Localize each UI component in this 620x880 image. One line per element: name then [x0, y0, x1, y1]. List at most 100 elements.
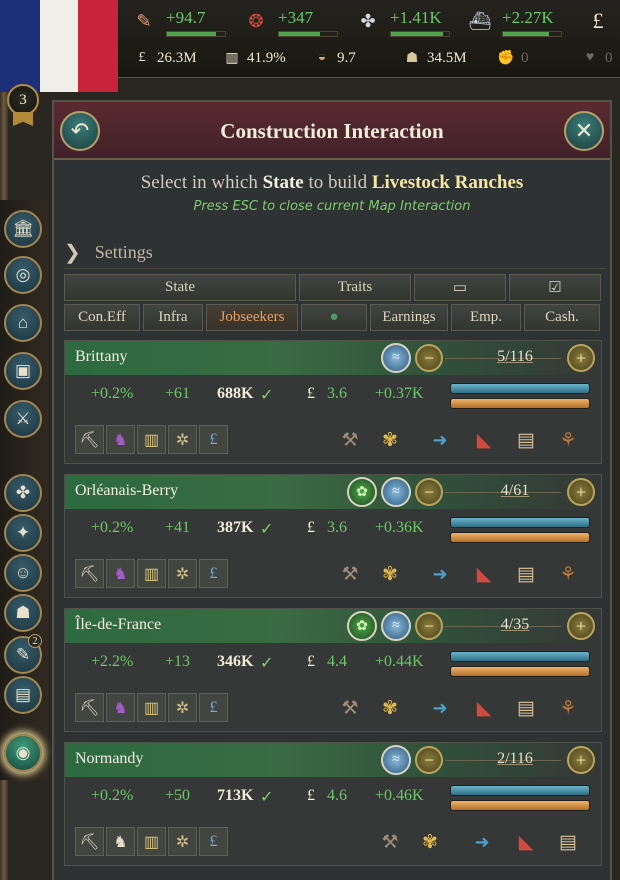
ownership-icon[interactable]: £ [199, 559, 228, 588]
livestock-icon[interactable]: ♞ [106, 425, 135, 454]
jobseekers-value: 346K [217, 653, 254, 670]
tools-input-icon: ⚒ [381, 831, 399, 853]
fence-icon[interactable]: ▥ [137, 425, 166, 454]
settings-toggle[interactable]: ❯ Settings [64, 237, 606, 269]
con-eff-value: +0.2% [91, 385, 134, 402]
ownership-icon[interactable]: £ [199, 693, 228, 722]
map-mode-icon[interactable]: ◉ [4, 734, 42, 772]
literacy-stat[interactable]: ▥ 41.9% [222, 47, 285, 69]
sheep-icon[interactable]: ♞ [106, 827, 135, 856]
close-button[interactable]: ✕ [564, 111, 604, 151]
livestock-icon[interactable]: ♞ [106, 559, 135, 588]
col-emp[interactable]: Emp. [451, 304, 521, 331]
level-readout: 4/35 [500, 616, 530, 633]
state-row[interactable]: Normandy ≈ − 2/116 + +0.2% +50 713K ✓ £ … [64, 742, 602, 866]
influence-icon: ❂ [248, 10, 264, 31]
ownership-icon[interactable]: £ [199, 425, 228, 454]
population-nav-icon[interactable]: ☗ [4, 594, 42, 632]
arrow-right-icon: ➜ [474, 831, 490, 852]
col-levels[interactable]: ▭ [414, 274, 506, 301]
radicals-stat[interactable]: ✊ 0 [496, 47, 528, 69]
con-eff-value: +2.2% [91, 653, 134, 670]
farmland-trait-icon[interactable]: ✿ [347, 611, 377, 641]
naval-icon: ⛴ [468, 10, 492, 31]
col-resource[interactable]: ● [301, 304, 367, 331]
state-name: Normandy [75, 750, 144, 767]
journal-icon[interactable]: ✎ 2 [4, 634, 42, 674]
budget-icon[interactable]: ◎ [4, 256, 42, 294]
country-rank-badge[interactable]: 3 [3, 84, 45, 128]
gdp-stat[interactable]: £ 26.3M [132, 47, 197, 69]
country-flag[interactable] [0, 0, 118, 92]
river-trait-icon[interactable]: ≈ [381, 745, 411, 775]
col-state[interactable]: State [64, 274, 296, 301]
livestock-icon[interactable]: ♞ [106, 693, 135, 722]
col-earnings[interactable]: Earnings [370, 304, 448, 331]
decrease-button[interactable]: − [415, 344, 443, 372]
river-trait-icon[interactable]: ≈ [381, 611, 411, 641]
river-trait-icon[interactable]: ≈ [381, 343, 411, 373]
col-traits[interactable]: Traits [299, 274, 411, 301]
increase-button[interactable]: + [567, 478, 595, 506]
sol-stat[interactable]: ◒ 9.7 [312, 47, 356, 69]
col-check[interactable]: ☑ [509, 274, 601, 301]
literacy-icon: ▥ [225, 50, 239, 66]
military-icon[interactable]: ⚔ [4, 400, 42, 438]
river-trait-icon[interactable]: ≈ [381, 477, 411, 507]
title-bar: Construction Interaction ↶ ✕ [54, 102, 610, 160]
pickaxe-icon[interactable]: ⛏ [75, 827, 104, 856]
settings-label: Settings [94, 242, 153, 262]
government-icon[interactable]: 🏛 [4, 210, 42, 248]
col-cash[interactable]: Cash. [524, 304, 600, 331]
pickaxe-icon[interactable]: ⛏ [75, 425, 104, 454]
level-readout: 2/116 [497, 750, 533, 767]
market-icon[interactable]: ▣ [4, 352, 42, 390]
fertilizer-output-icon: ⚘ [559, 429, 577, 451]
culture-icon[interactable]: ☺ [4, 554, 42, 592]
col-infra[interactable]: Infra [143, 304, 203, 331]
col-con-eff[interactable]: Con.Eff [64, 304, 140, 331]
state-row[interactable]: Brittany ≈ − 5/116 + +0.2% +61 688K ✓ £ … [64, 340, 602, 464]
grain-input-icon: ✾ [382, 563, 398, 585]
wheel-icon[interactable]: ✲ [168, 425, 197, 454]
chevron-right-icon: ❯ [64, 242, 81, 264]
cash-value: +0.46K [375, 787, 424, 804]
wheel-icon[interactable]: ✲ [168, 559, 197, 588]
population-stat[interactable]: ☗ 34.5M [402, 47, 467, 69]
decrease-button[interactable]: − [415, 746, 443, 774]
infra-value: +13 [165, 653, 191, 670]
tools-input-icon: ⚒ [341, 697, 359, 719]
state-row[interactable]: Orléanais-Berry ✿ ≈ − 4/61 + +0.2% +41 3… [64, 474, 602, 598]
col-jobseekers[interactable]: Jobseekers [206, 304, 298, 331]
state-row[interactable]: Île-de-France ✿ ≈ − 4/35 + +2.2% +13 346… [64, 608, 602, 732]
pickaxe-icon[interactable]: ⛏ [75, 693, 104, 722]
buildings-icon[interactable]: ⌂ [4, 304, 42, 342]
briefcase-icon[interactable]: ▤ [4, 676, 42, 714]
loyalists-icon: ♥ [585, 50, 595, 65]
cash-value: +0.37K [375, 385, 424, 402]
fence-icon[interactable]: ▥ [137, 693, 166, 722]
loyalists-stat[interactable]: ♥ 0 [580, 47, 613, 69]
tools-input-icon: ⚒ [341, 429, 359, 451]
increase-button[interactable]: + [567, 344, 595, 372]
increase-button[interactable]: + [567, 612, 595, 640]
back-button[interactable]: ↶ [60, 111, 100, 151]
farmland-trait-icon[interactable]: ✿ [347, 477, 377, 507]
increase-button[interactable]: + [567, 746, 595, 774]
decrease-button[interactable]: − [415, 612, 443, 640]
cash-value: +0.44K [375, 653, 424, 670]
ownership-icon[interactable]: £ [199, 827, 228, 856]
fence-icon[interactable]: ▥ [137, 827, 166, 856]
check-mark-icon: ✓ [260, 655, 274, 672]
close-icon: ✕ [574, 118, 594, 143]
pickaxe-icon[interactable]: ⛏ [75, 559, 104, 588]
wheel-icon[interactable]: ✲ [168, 827, 197, 856]
wheel-icon[interactable]: ✲ [168, 693, 197, 722]
grain-input-icon: ✾ [382, 429, 398, 451]
esc-hint: Press ESC to close current Map Interacti… [193, 199, 471, 214]
diplomacy-icon[interactable]: ✤ [4, 474, 42, 512]
decrease-button[interactable]: − [415, 478, 443, 506]
fence-icon[interactable]: ▥ [137, 559, 166, 588]
technology-icon[interactable]: ✦ [4, 514, 42, 552]
meat-output-icon: ◣ [476, 563, 492, 585]
